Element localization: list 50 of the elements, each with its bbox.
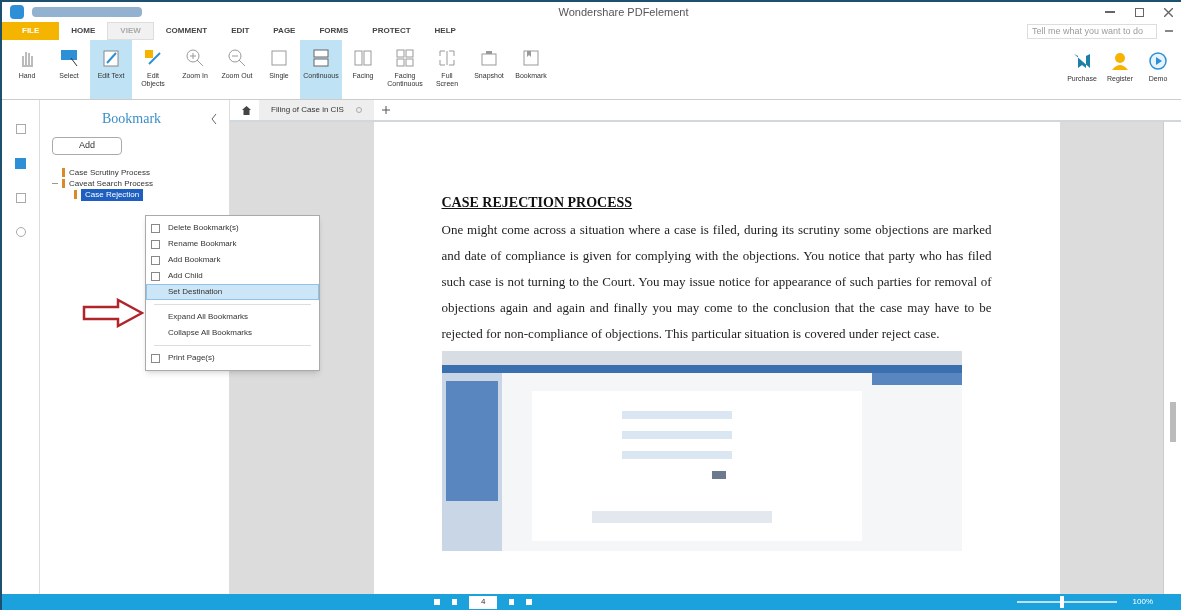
menu-item[interactable]: Add Bookmark — [146, 252, 319, 268]
menu-item[interactable]: Expand All Bookmarks — [146, 309, 319, 325]
add-button[interactable]: Add — [52, 137, 122, 155]
menu-tab[interactable]: PAGE — [261, 22, 308, 40]
zoom-out-icon — [227, 48, 247, 68]
edit-text-icon — [101, 48, 121, 68]
arrow-icon — [82, 298, 144, 328]
menu-item[interactable]: Print Page(s) — [146, 350, 319, 366]
bookmark-page-icon — [521, 48, 541, 68]
facing-icon — [353, 48, 373, 68]
single-page-icon — [269, 48, 289, 68]
zoom-in-icon — [185, 48, 205, 68]
scroll-thumb[interactable] — [1169, 402, 1176, 442]
scrollbar[interactable] — [1163, 122, 1181, 594]
menu-item[interactable]: Collapse All Bookmarks — [146, 325, 319, 341]
collapse-panel-icon[interactable] — [211, 113, 217, 124]
menu-tab[interactable]: HOME — [59, 22, 108, 40]
menu-item[interactable]: Rename Bookmark — [146, 236, 319, 252]
close-icon[interactable] — [1164, 7, 1173, 17]
menu-item[interactable]: Delete Bookmark(s) — [146, 220, 319, 236]
menu-tab[interactable]: COMMENT — [153, 22, 220, 40]
add-tab-icon[interactable] — [381, 106, 390, 114]
menu-tab[interactable]: PROTECT — [360, 22, 423, 40]
menu-tab[interactable]: HELP — [422, 22, 468, 40]
document-paragraph: One might come across a situation where a case is filed, during its scrutiny some objections are marked and date of compliance is given for complying with the objections. You notice that party who has filed such case is not turning to the Court. You may issue notice for appearance of such parties for removal of objections again and again and finally you may come to the conclusion that the case may have to be rejected for non-compliance of objections. This particular situation is covered under reject case. — [441, 221, 992, 343]
bookmark-item[interactable]: Case Scrutiny Process — [69, 166, 150, 179]
search-field[interactable]: Tell me what you want to do — [1027, 23, 1157, 39]
cursor-icon — [59, 48, 79, 68]
document-tab[interactable]: Filing of Case in CIS — [259, 100, 374, 120]
home-icon[interactable] — [242, 105, 251, 115]
page-number-field[interactable]: 4 — [469, 595, 498, 609]
zoom-slider[interactable] — [1016, 596, 1117, 608]
zoom-thumb[interactable] — [1059, 596, 1064, 608]
maximize-icon[interactable] — [1135, 7, 1144, 17]
play-icon — [1148, 52, 1168, 70]
bookmark-item[interactable]: Caveat Search Process — [69, 177, 154, 190]
snapshot-icon — [479, 48, 499, 68]
full-screen-icon — [437, 48, 457, 68]
menu-item[interactable]: Set Destination — [146, 284, 319, 300]
app-icon — [10, 5, 24, 19]
person-icon — [1110, 52, 1130, 70]
window-title: Wondershare PDFelement — [558, 4, 689, 20]
menu-item[interactable]: Add Child — [146, 268, 319, 284]
facing-continuous-icon — [395, 48, 415, 68]
continuous-icon — [311, 48, 331, 68]
menu-tab[interactable]: EDIT — [219, 22, 262, 40]
panel-title: Bookmark — [100, 110, 163, 128]
menu-tab[interactable]: FORMS — [307, 22, 361, 40]
document-heading: CASE REJECTION PROCESS — [441, 194, 634, 212]
bookmark-item[interactable]: Case Rejection — [81, 188, 144, 201]
